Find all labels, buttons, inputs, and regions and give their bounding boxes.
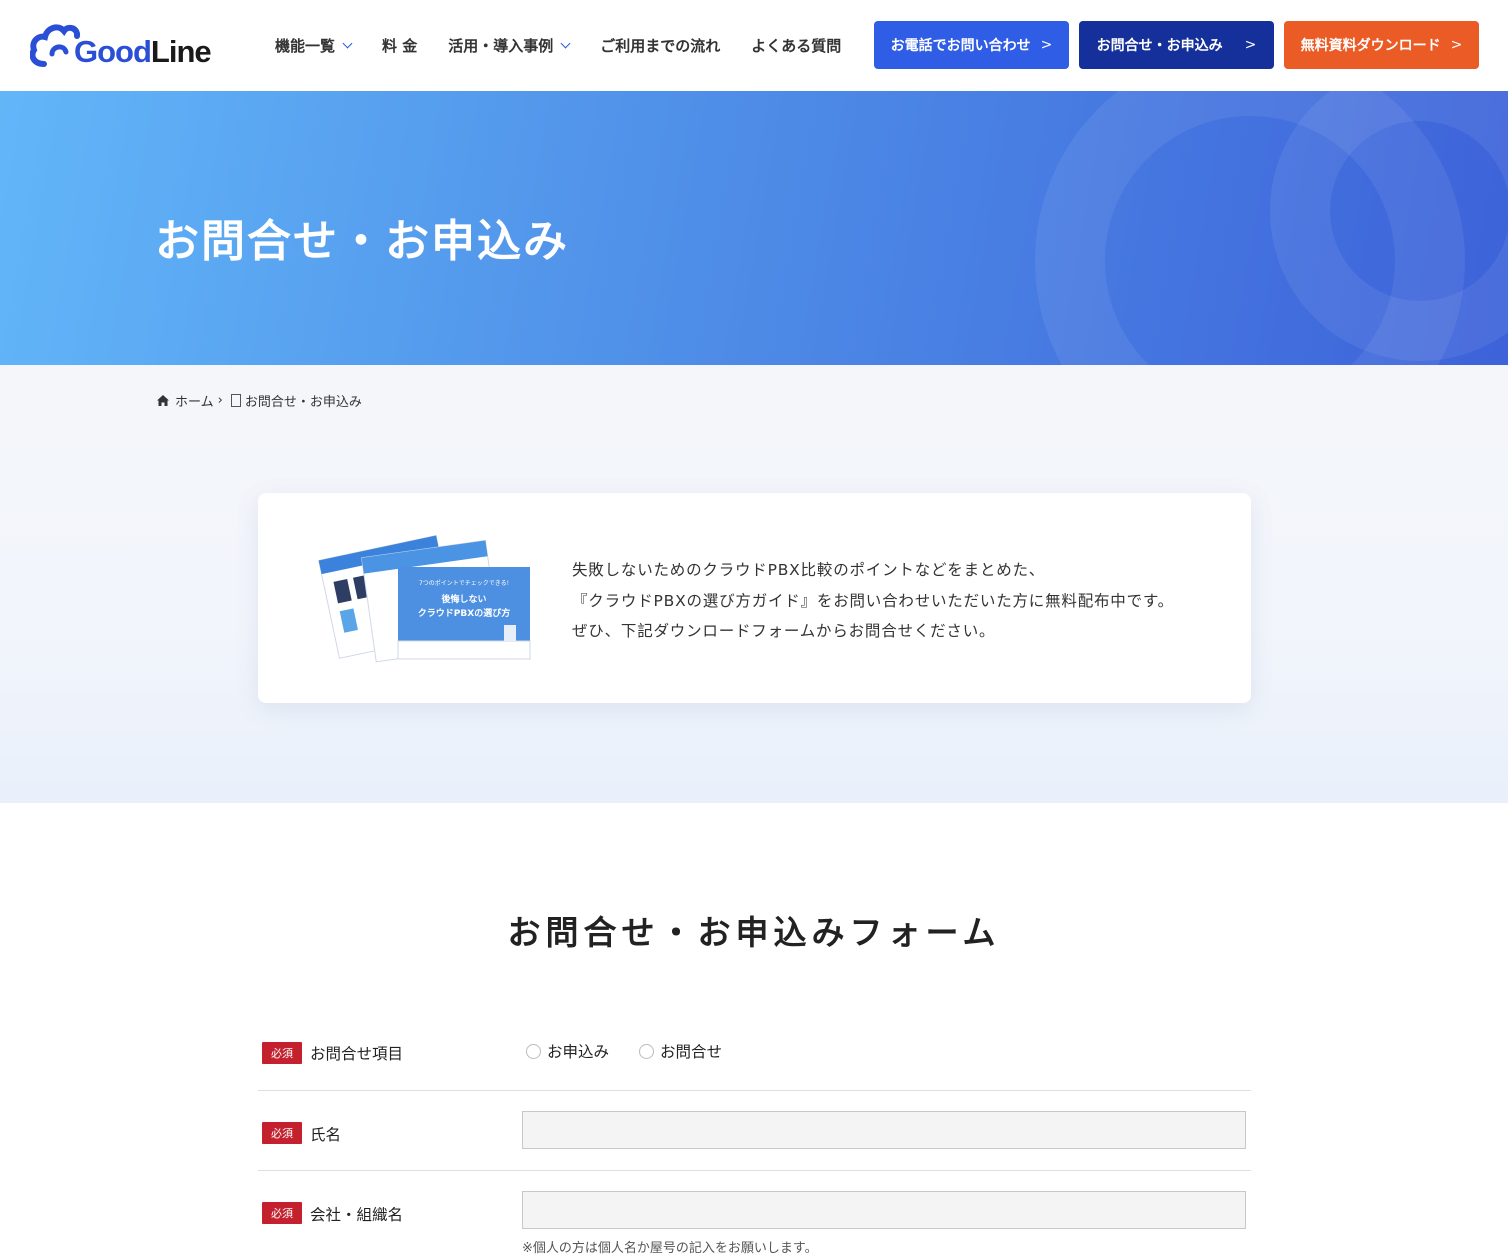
chevron-right-icon: > <box>1040 37 1053 53</box>
logo-text-line: Line <box>150 34 212 69</box>
breadcrumb-separator: › <box>217 393 223 408</box>
home-icon <box>157 395 169 406</box>
required-badge: 必須 <box>262 1122 302 1144</box>
nav-item-faq[interactable]: よくある質問 <box>751 35 841 56</box>
free-download-button[interactable]: 無料資料ダウンロード > <box>1284 21 1479 69</box>
main-nav: 機能一覧 料 金 活用・導入事例 ご利用までの流れ よくある質問 <box>275 0 872 91</box>
site-header: GoodLine 機能一覧 料 金 活用・導入事例 ご利用までの流れ よくある質… <box>0 0 1508 91</box>
guide-description-line: ぜひ、下記ダウンロードフォームからお問合せください。 <box>572 622 996 640</box>
guide-description-line: 失敗しないためのクラウドPBX比較のポイントなどをまとめた、 <box>572 561 1046 579</box>
nav-item-label: 機能一覧 <box>275 37 336 55</box>
breadcrumb: ホーム › お問合せ・お申込み <box>157 391 366 410</box>
nav-item-label: ご利用までの流れ <box>600 37 721 55</box>
field-label-company: 会社・組織名 <box>310 1206 404 1224</box>
logo-text-good: Good <box>74 34 152 69</box>
chevron-right-icon: > <box>1244 37 1257 53</box>
radio-button[interactable] <box>526 1043 541 1059</box>
field-label-name: 氏名 <box>310 1126 342 1144</box>
phone-inquiry-button[interactable]: お電話でお問い合わせ > <box>874 21 1069 69</box>
button-label: お問合せ・お申込み <box>1096 38 1223 54</box>
page-title: お問合せ・お申込み <box>155 216 569 267</box>
page-icon <box>230 394 241 407</box>
brochure-title-line2: クラウドPBXの選び方 <box>418 607 510 619</box>
nav-item-case-studies[interactable]: 活用・導入事例 <box>448 35 571 56</box>
radio-apply[interactable]: お申込み <box>526 1040 609 1062</box>
field-label-inquiry-type: お問合せ項目 <box>310 1045 404 1063</box>
form-row-name: 必須 氏名 <box>258 1110 1251 1150</box>
contact-button[interactable]: お問合せ・お申込み > <box>1079 21 1274 69</box>
required-badge: 必須 <box>262 1042 302 1064</box>
nav-item-label: 料 金 <box>382 37 418 55</box>
intro-section: ホーム › お問合せ・お申込み 7つのポイントでチェックできる! 後悔しない ク… <box>0 365 1508 803</box>
brochure-kicker: 7つのポイントでチェックできる! <box>419 579 509 587</box>
nav-item-label: 活用・導入事例 <box>448 37 554 55</box>
nav-item-label: よくある質問 <box>751 37 842 55</box>
radio-label: お申込み <box>547 1043 610 1061</box>
guide-description: 失敗しないためのクラウドPBX比較のポイントなどをまとめた、 『クラウドPBXの… <box>572 555 1174 647</box>
guide-promo-card: 7つのポイントでチェックできる! 後悔しない クラウドPBXの選び方 失敗しない… <box>258 493 1251 703</box>
logo-text: GoodLine <box>74 34 212 70</box>
row-divider <box>258 1090 1251 1091</box>
company-field-note: ※個人の方は個人名か屋号の記入をお願いします。 <box>522 1241 818 1256</box>
row-divider <box>258 1170 1251 1171</box>
hero-banner: お問合せ・お申込み <box>0 91 1508 365</box>
nav-item-flow[interactable]: ご利用までの流れ <box>600 35 720 56</box>
brochure-title-line1: 後悔しない <box>441 593 486 605</box>
cloud-decoration-icon <box>1035 91 1508 365</box>
chevron-down-icon <box>560 38 571 49</box>
company-input[interactable] <box>522 1191 1246 1229</box>
breadcrumb-home-link[interactable]: ホーム <box>175 391 214 410</box>
radio-label: お問合せ <box>660 1043 723 1061</box>
nav-item-features[interactable]: 機能一覧 <box>275 35 353 56</box>
button-label: 無料資料ダウンロード <box>1300 38 1441 54</box>
chevron-right-icon: > <box>1450 37 1463 53</box>
radio-button[interactable] <box>639 1043 655 1059</box>
form-title: お問合せ・お申込みフォーム <box>507 913 1001 952</box>
guide-brochure-image: 7つのポイントでチェックできる! 後悔しない クラウドPBXの選び方 <box>318 534 531 663</box>
form-row-company: 必須 会社・組織名 ※個人の方は個人名か屋号の記入をお願いします。 <box>258 1191 1251 1257</box>
form-row-inquiry-type: 必須 お問合せ項目 お申込み お問合せ <box>258 1040 1251 1064</box>
button-label: お電話でお問い合わせ <box>890 38 1031 54</box>
guide-description-line: 『クラウドPBXの選び方ガイド』をお問い合わせいただいた方に無料配布中です。 <box>572 591 1174 610</box>
inquiry-type-radio-group: お申込み お問合せ <box>526 1040 752 1062</box>
radio-inquiry[interactable]: お問合せ <box>639 1040 722 1062</box>
nav-item-pricing[interactable]: 料 金 <box>382 35 417 56</box>
breadcrumb-current: お問合せ・お申込み <box>244 395 362 410</box>
required-badge: 必須 <box>262 1202 302 1224</box>
name-input[interactable] <box>522 1111 1246 1149</box>
chevron-down-icon <box>342 38 353 49</box>
goodline-logo[interactable]: GoodLine <box>30 20 220 70</box>
